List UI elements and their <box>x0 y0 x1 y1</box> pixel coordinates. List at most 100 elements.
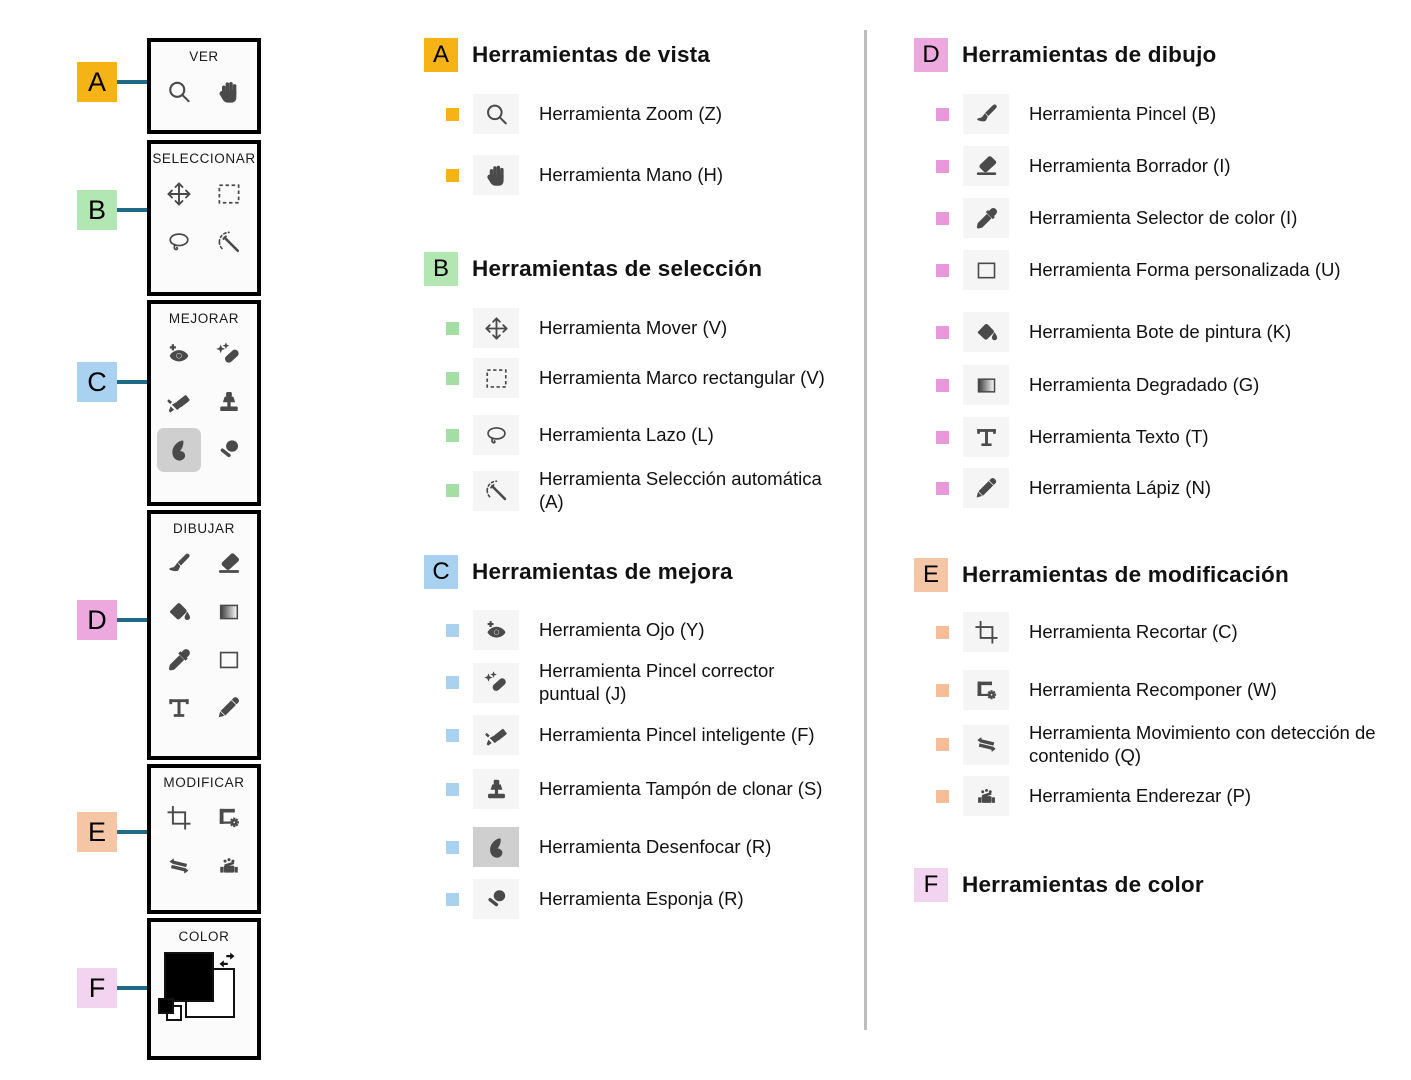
legend-bullet <box>446 428 459 442</box>
move-icon <box>165 180 193 208</box>
legend-item-label: Herramienta Degradado (G) <box>1029 373 1260 395</box>
legend-bullet <box>446 321 459 335</box>
tool-button-pencil[interactable] <box>204 684 254 732</box>
callout-badge-c: C <box>77 362 117 402</box>
leader-line-c <box>117 380 150 384</box>
legend-group-c: C Herramientas de mejora <box>424 555 844 589</box>
tool-button-type[interactable] <box>154 684 204 732</box>
legend-bullet <box>446 892 459 906</box>
legend-item-label: Herramienta Recomponer (W) <box>1029 678 1277 700</box>
legend-item: Herramienta Enderezar (P) <box>914 776 1409 816</box>
crop-icon <box>963 612 1009 652</box>
legend-group-header: D Herramientas de dibujo <box>914 38 1394 72</box>
tool-button-eyedropper[interactable] <box>154 636 204 684</box>
leader-line-b <box>117 208 150 212</box>
legend-item-label: Herramienta Mano (H) <box>539 163 724 185</box>
recompose-icon <box>963 670 1009 710</box>
legend-item-label: Herramienta Selección automática (A) <box>539 468 822 512</box>
legend-item-label: Herramienta Pincel corrector puntual (J) <box>539 660 775 704</box>
hand-icon <box>215 78 243 106</box>
tool-panel-modificar[interactable]: MODIFICAR <box>147 764 261 914</box>
tool-panel-color[interactable]: COLOR <box>147 918 261 1060</box>
legend-group-header: A Herramientas de vista <box>424 38 844 72</box>
gradient-icon <box>963 365 1009 405</box>
legend-bullet <box>446 782 459 796</box>
legend-bullet <box>936 263 949 277</box>
tool-button-hand[interactable] <box>204 68 254 116</box>
legend-item: Herramienta Esponja (R) <box>424 879 839 919</box>
legend-item-label: Herramienta Recortar (C) <box>1029 620 1238 642</box>
tool-button-smart-brush[interactable] <box>154 378 204 426</box>
tool-button-clone-stamp[interactable] <box>204 378 254 426</box>
legend-item-label: Herramienta Mover (V) <box>539 316 728 338</box>
tool-panel-ver[interactable]: VER <box>147 38 261 134</box>
tool-grid <box>151 536 257 738</box>
tool-button-paint-bucket[interactable] <box>154 588 204 636</box>
lasso-icon <box>473 415 519 455</box>
tool-button-red-eye[interactable] <box>154 330 204 378</box>
tool-panel-mejorar[interactable]: MEJORAR <box>147 300 261 506</box>
legend-bullet <box>446 728 459 742</box>
tool-button-shape[interactable] <box>204 636 254 684</box>
default-foreground-swatch[interactable] <box>158 998 174 1014</box>
callout-badge-b: B <box>77 190 117 230</box>
type-icon <box>963 417 1009 457</box>
legend-bullet <box>936 107 949 121</box>
column-divider <box>864 30 867 1030</box>
legend-group-header: C Herramientas de mejora <box>424 555 844 589</box>
tool-button-brush[interactable] <box>154 540 204 588</box>
leader-line-a <box>117 80 150 84</box>
legend-item: Herramienta Tampón de clonar (S) <box>424 769 839 809</box>
legend-bullet <box>936 738 949 752</box>
tool-panel-seleccionar[interactable]: SELECCIONAR <box>147 140 261 296</box>
brush-icon <box>165 550 193 578</box>
tool-button-straighten[interactable] <box>204 842 254 890</box>
legend-item-label: Herramienta Marco rectangular (V) <box>539 366 825 388</box>
tool-button-lasso[interactable] <box>154 218 204 266</box>
tool-panel-dibujar[interactable]: DIBUJAR <box>147 510 261 760</box>
legend-item: Herramienta Degradado (G) <box>914 365 1409 405</box>
leader-line-f <box>117 986 150 990</box>
legend-badge-a: A <box>424 38 458 72</box>
color-swatches[interactable] <box>154 950 254 1028</box>
eraser-icon <box>963 146 1009 186</box>
magic-wand-icon <box>473 470 519 511</box>
tool-button-content-aware-move[interactable] <box>154 842 204 890</box>
tool-button-spot-healing[interactable] <box>204 330 254 378</box>
callout-badge-e: E <box>77 812 117 852</box>
tool-button-recompose[interactable] <box>204 794 254 842</box>
legend-item: Herramienta Marco rectangular (V) <box>424 358 839 398</box>
legend-item: Herramienta Mover (V) <box>424 308 839 348</box>
tool-button-eraser[interactable] <box>204 540 254 588</box>
legend-bullet <box>936 683 949 697</box>
legend-bullet <box>936 625 949 639</box>
legend-bullet <box>446 623 459 637</box>
legend-item: Herramienta Pincel corrector puntual (J) <box>424 660 839 705</box>
spot-healing-icon <box>473 662 519 703</box>
legend-group-header: B Herramientas de selección <box>424 252 844 286</box>
tool-button-marquee[interactable] <box>204 170 254 218</box>
tool-grid <box>151 326 257 480</box>
tool-button-zoom[interactable] <box>154 68 204 116</box>
legend-group-title: Herramientas de mejora <box>472 559 733 584</box>
legend-item: Herramienta Pincel inteligente (F) <box>424 715 839 755</box>
tool-button-magic-wand[interactable] <box>204 218 254 266</box>
tool-button-crop[interactable] <box>154 794 204 842</box>
tool-button-move[interactable] <box>154 170 204 218</box>
shape-icon <box>215 646 243 674</box>
tool-panel-title: COLOR <box>178 929 230 944</box>
legend-group-title: Herramientas de modificación <box>962 562 1289 587</box>
hand-icon <box>473 155 519 195</box>
red-eye-icon <box>165 340 193 368</box>
swap-colors-icon[interactable] <box>217 950 237 970</box>
legend-bullet <box>936 789 949 803</box>
callout-badge-a: A <box>77 62 117 102</box>
tool-button-gradient[interactable] <box>204 588 254 636</box>
foreground-color-swatch[interactable] <box>164 952 214 1002</box>
tool-panel-title: VER <box>189 49 219 64</box>
tool-button-blur[interactable] <box>157 428 201 472</box>
paint-bucket-icon <box>963 312 1009 352</box>
straighten-icon <box>215 852 243 880</box>
tool-button-sponge[interactable] <box>204 426 254 474</box>
legend-bullet <box>446 107 459 121</box>
